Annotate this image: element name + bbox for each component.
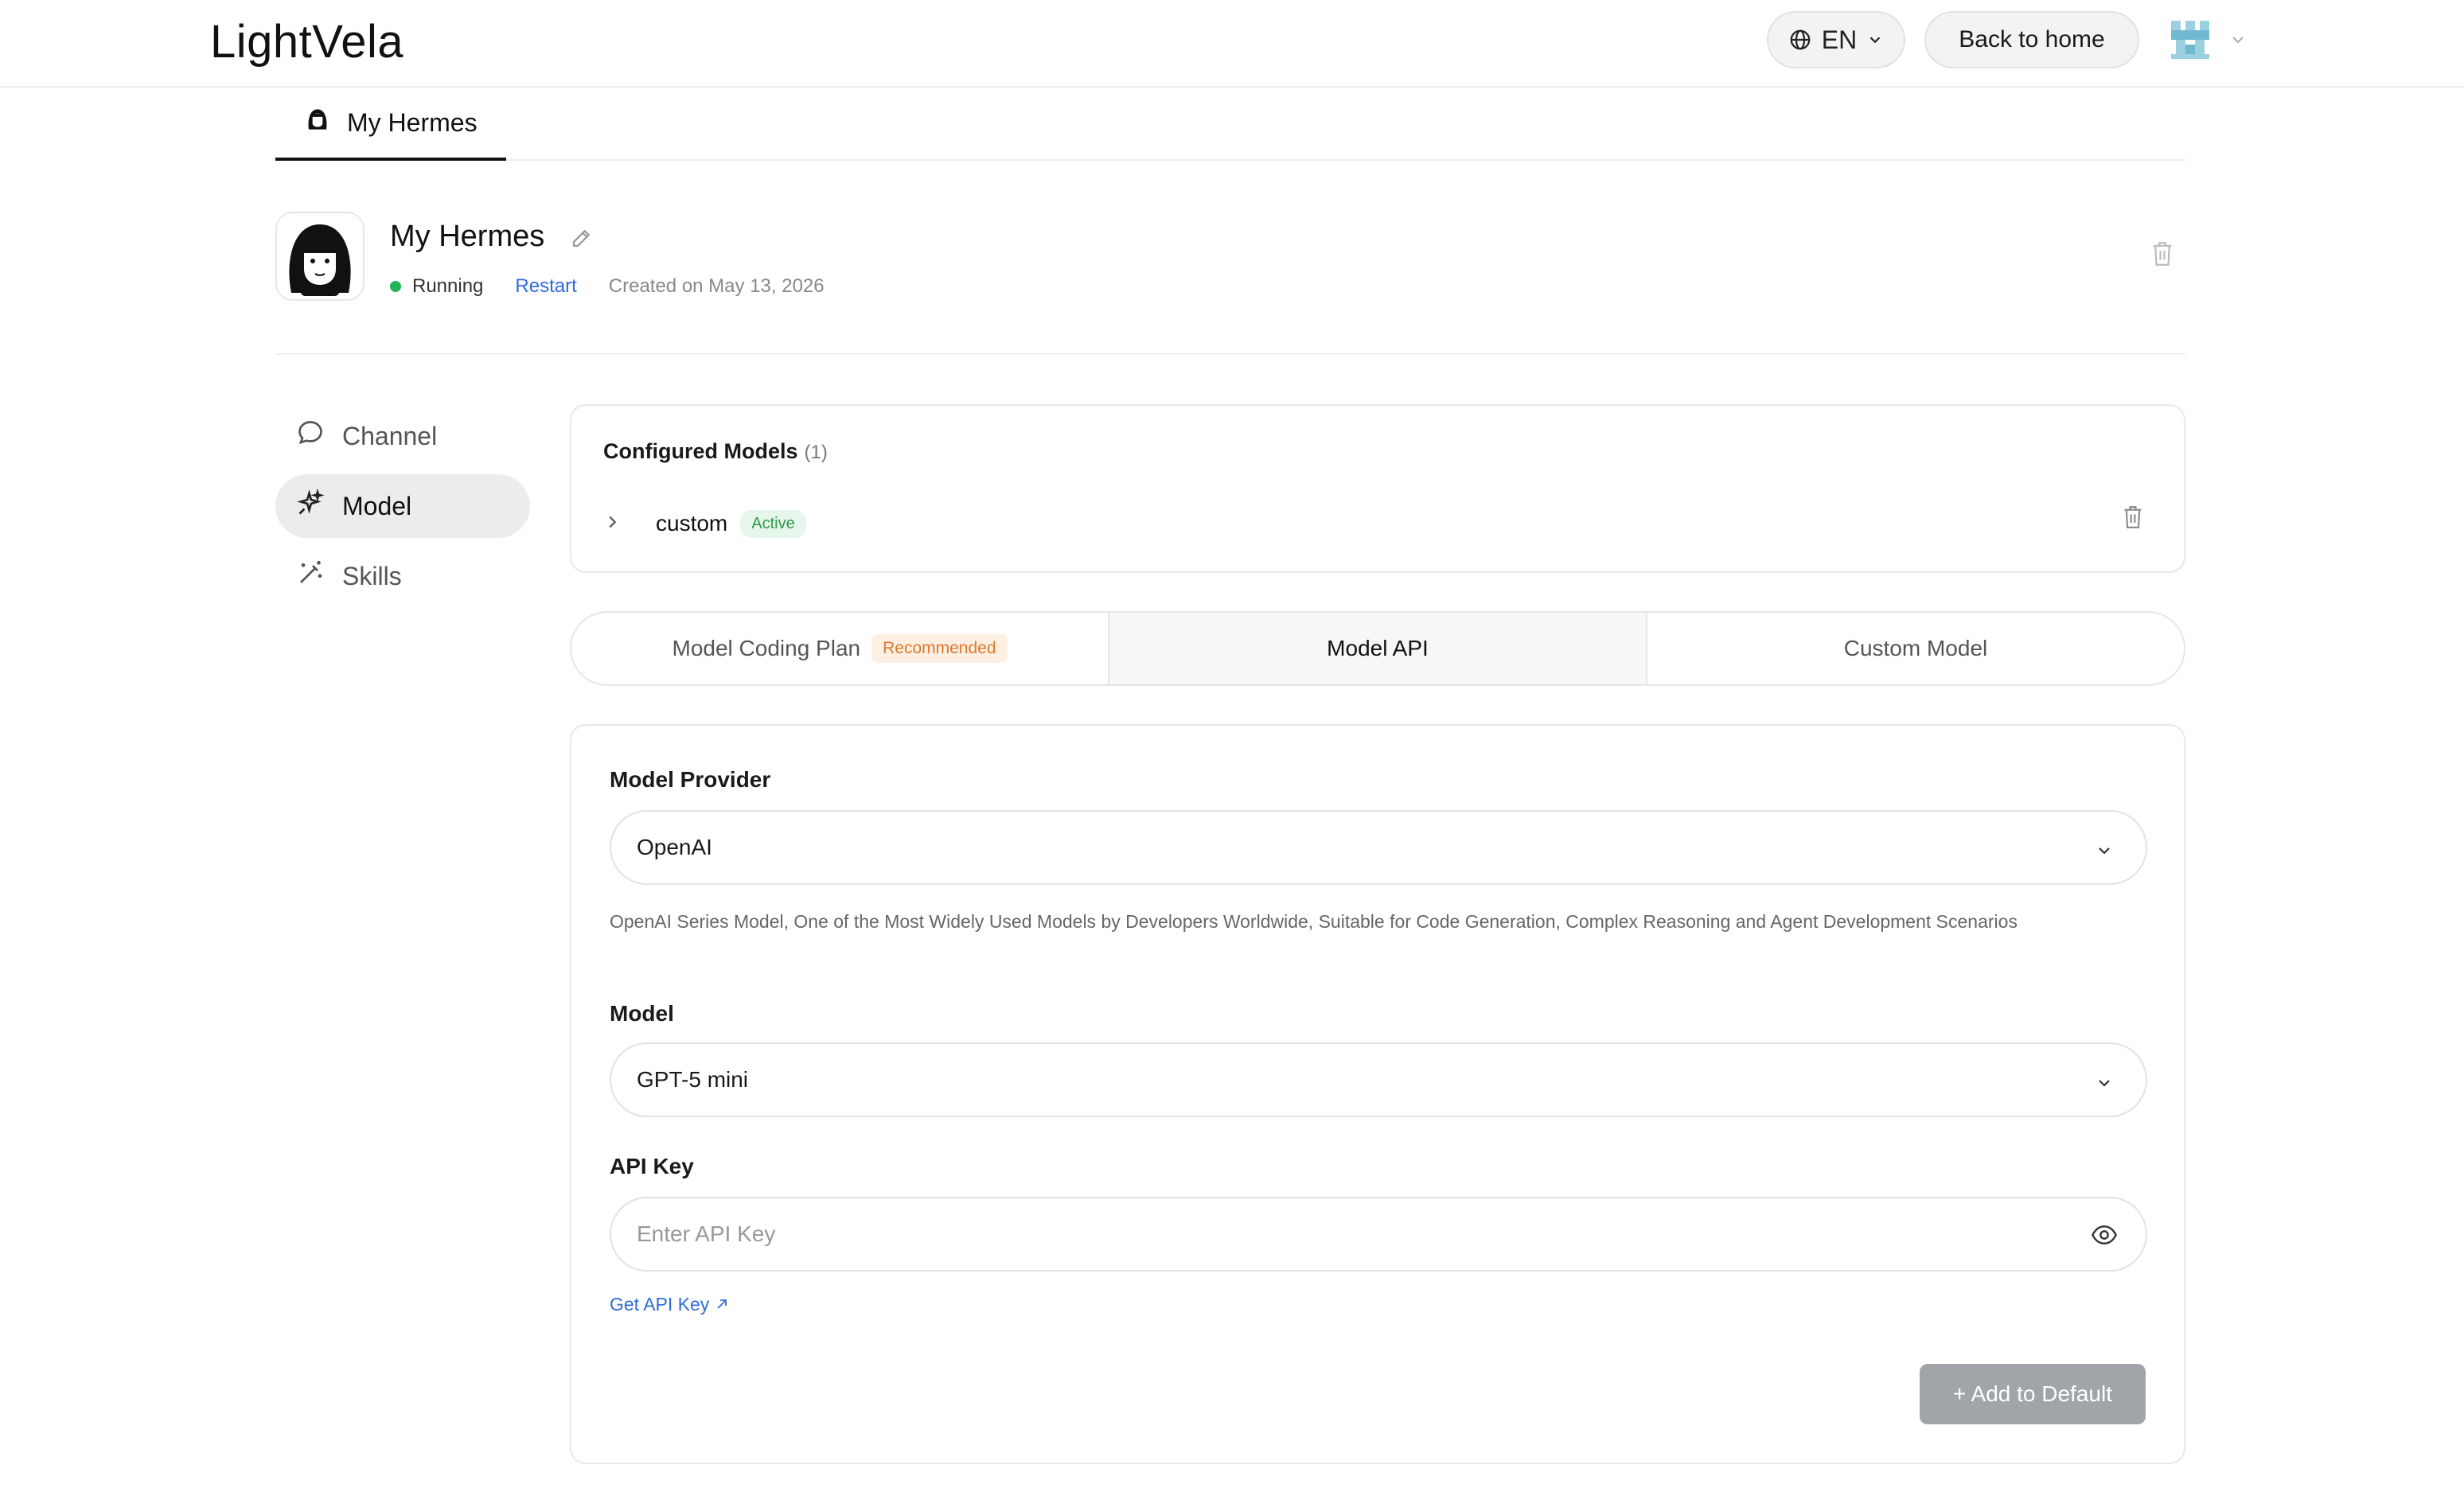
back-to-home-button[interactable]: Back to home bbox=[1924, 11, 2139, 68]
configured-title-text: Configured Models bbox=[603, 439, 798, 463]
settings-sidebar: Channel Model Skills bbox=[275, 404, 530, 614]
provider-value: OpenAI bbox=[637, 835, 712, 859]
chevron-down-icon bbox=[2095, 1073, 2114, 1098]
configured-models-title: Configured Models (1) bbox=[603, 439, 828, 464]
user-avatar[interactable] bbox=[2162, 11, 2219, 68]
created-date: Created on May 13, 2026 bbox=[608, 275, 825, 297]
chat-bubble-icon bbox=[296, 419, 325, 454]
agent-name: My Hermes bbox=[390, 220, 545, 253]
tab-model-api[interactable]: Model API bbox=[1109, 613, 1647, 684]
api-key-field-wrap bbox=[610, 1197, 2147, 1272]
sidebar-item-skills[interactable]: Skills bbox=[275, 544, 530, 608]
chevron-down-icon bbox=[1866, 31, 1884, 49]
model-type-tabs: Model Coding Plan Recommended Model API … bbox=[570, 611, 2185, 686]
sidebar-item-label: Channel bbox=[342, 421, 438, 450]
globe-icon bbox=[1788, 28, 1812, 52]
agent-status-row: Running Restart Created on May 13, 2026 bbox=[390, 271, 825, 302]
provider-label: Model Provider bbox=[610, 767, 771, 792]
agent-tab-label: My Hermes bbox=[347, 107, 478, 137]
tab-label: Custom Model bbox=[1843, 636, 1988, 660]
model-api-form: Model Provider OpenAI OpenAI Series Mode… bbox=[570, 724, 2185, 1464]
eye-icon[interactable] bbox=[2091, 1224, 2118, 1250]
delete-agent-trash-icon[interactable] bbox=[2150, 240, 2174, 271]
delete-model-trash-icon[interactable] bbox=[2122, 504, 2144, 534]
sidebar-item-model[interactable]: Model bbox=[275, 474, 530, 538]
recommended-badge: Recommended bbox=[871, 634, 1008, 663]
status-dot bbox=[390, 281, 401, 292]
tab-custom-model[interactable]: Custom Model bbox=[1647, 613, 2184, 684]
app-root: LightVela EN Back to home My Hermes My H… bbox=[0, 0, 2464, 1488]
tab-label: Model Coding Plan bbox=[672, 636, 861, 660]
tab-model-coding-plan[interactable]: Model Coding Plan Recommended bbox=[571, 613, 1109, 684]
agent-tab-icon bbox=[302, 104, 333, 141]
configured-count: (1) bbox=[804, 442, 828, 463]
language-selector[interactable]: EN bbox=[1767, 11, 1905, 68]
top-bar: LightVela EN Back to home bbox=[0, 0, 2464, 88]
chevron-down-icon bbox=[2095, 840, 2114, 866]
get-api-key-link[interactable]: Get API Key bbox=[610, 1294, 728, 1315]
configured-model-row[interactable]: custom Active bbox=[603, 500, 806, 547]
agent-avatar bbox=[275, 212, 365, 301]
external-link-icon bbox=[715, 1294, 728, 1315]
sidebar-item-channel[interactable]: Channel bbox=[275, 404, 530, 468]
status-text: Running bbox=[412, 275, 484, 297]
active-badge: Active bbox=[740, 509, 806, 538]
agent-header: My Hermes Running Restart Created on May… bbox=[275, 212, 2185, 355]
user-menu-chevron-icon[interactable] bbox=[2228, 30, 2248, 53]
sparkle-icon bbox=[296, 488, 325, 524]
model-select[interactable]: GPT-5 mini bbox=[610, 1042, 2147, 1117]
restart-link[interactable]: Restart bbox=[515, 275, 576, 298]
sidebar-item-label: Model bbox=[342, 491, 412, 520]
provider-description: OpenAI Series Model, One of the Most Wid… bbox=[610, 911, 2018, 932]
agent-tab-strip: My Hermes bbox=[275, 88, 2185, 161]
configured-models-panel: Configured Models (1) custom Active bbox=[570, 404, 2185, 573]
tab-label: Model API bbox=[1327, 636, 1429, 660]
magic-wand-icon bbox=[296, 559, 325, 594]
language-label: EN bbox=[1821, 25, 1858, 54]
api-key-label: API Key bbox=[610, 1154, 694, 1178]
add-to-default-button[interactable]: + Add to Default bbox=[1920, 1364, 2146, 1424]
tab-my-hermes[interactable]: My Hermes bbox=[275, 88, 506, 161]
configured-model-name: custom bbox=[656, 511, 728, 536]
edit-pencil-icon[interactable] bbox=[570, 226, 594, 254]
model-label: Model bbox=[610, 1001, 674, 1026]
sidebar-item-label: Skills bbox=[342, 561, 402, 590]
model-value: GPT-5 mini bbox=[637, 1067, 749, 1092]
chevron-right-icon[interactable] bbox=[603, 513, 621, 535]
api-key-input[interactable] bbox=[611, 1198, 2044, 1270]
provider-select[interactable]: OpenAI bbox=[610, 810, 2147, 885]
brand-logo[interactable]: LightVela bbox=[210, 14, 404, 70]
get-api-key-label: Get API Key bbox=[610, 1294, 710, 1315]
